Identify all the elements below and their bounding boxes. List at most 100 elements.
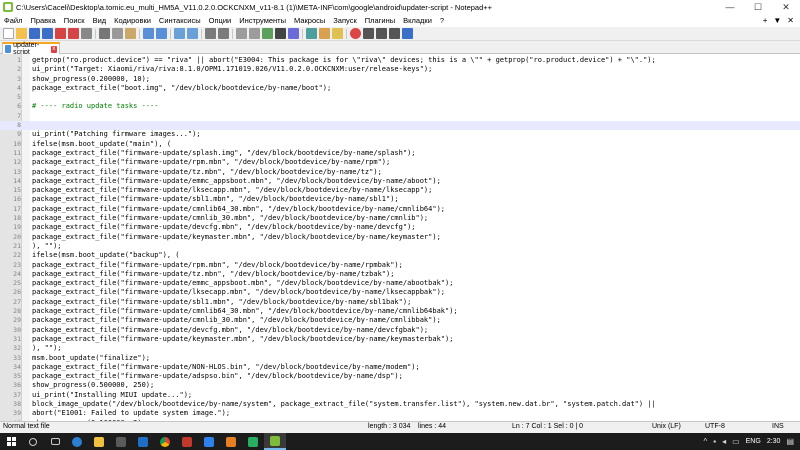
app-icon-green[interactable] [242,433,264,450]
menu-help[interactable]: ? [436,16,448,25]
paste-icon[interactable] [125,28,136,39]
doc-map-icon[interactable] [306,28,317,39]
mail-icon[interactable] [132,433,154,450]
redo-icon[interactable] [156,28,167,39]
language-indicator[interactable]: ENG [746,438,761,445]
file-explorer-icon[interactable] [88,433,110,450]
folder-workspace-icon[interactable] [332,28,343,39]
status-position[interactable]: Ln : 7 Col : 1 Sel : 0 | 0 [512,423,583,430]
task-view-icon[interactable] [44,433,66,450]
sync-scroll-h-icon[interactable] [249,28,260,39]
code-line[interactable]: 6 # ---- radio update tasks ---- [0,102,800,111]
code-line[interactable]: 14 package_extract_file("firmware-update/… [0,177,800,186]
code-line[interactable]: 23 package_extract_file("firmware-update/… [0,261,800,270]
menu-file[interactable]: Файл [0,16,26,25]
new-file-icon[interactable] [3,28,14,39]
code-line[interactable]: 27 package_extract_file("firmware-update/… [0,298,800,307]
code-line[interactable]: 25 package_extract_file("firmware-update/… [0,279,800,288]
minimize-button[interactable]: — [716,0,744,14]
record-macro-icon[interactable] [350,28,361,39]
taskbar-search-icon[interactable] [22,433,44,450]
code-line[interactable]: 4 package_extract_file("boot.img", "/dev/… [0,84,800,93]
zoom-in-icon[interactable] [205,28,216,39]
code-line[interactable]: 29 package_extract_file("firmware-update/… [0,316,800,325]
tab-list-button[interactable]: ▼ [773,16,781,25]
code-line[interactable]: 30 package_extract_file("firmware-update/… [0,326,800,335]
network-icon[interactable]: ▪ [713,437,716,446]
text-editor[interactable]: 1 getprop("ro.product.device") == "riva" … [0,54,800,421]
print-icon[interactable] [81,28,92,39]
app-icon-blue[interactable] [198,433,220,450]
clock[interactable]: 2:30 [767,438,781,445]
code-line[interactable]: 31 package_extract_file("firmware-update/… [0,335,800,344]
code-line[interactable]: 36 show_progress(0.500000, 250); [0,381,800,390]
notification-icon[interactable]: ▤ [786,437,794,446]
indent-guide-icon[interactable] [288,28,299,39]
code-line[interactable]: 35 package_extract_file("firmware-update/… [0,372,800,381]
new-tab-button[interactable]: + [763,16,768,25]
save-macro-icon[interactable] [402,28,413,39]
code-line[interactable]: 15 package_extract_file("firmware-update/… [0,186,800,195]
menu-view[interactable]: Вид [89,16,111,25]
zoom-out-icon[interactable] [218,28,229,39]
word-wrap-icon[interactable] [262,28,273,39]
code-line[interactable]: 26 package_extract_file("firmware-update/… [0,288,800,297]
copy-icon[interactable] [112,28,123,39]
code-line[interactable]: 7 [0,112,800,121]
menu-encoding[interactable]: Кодировки [110,16,155,25]
run-macro-multiple-icon[interactable] [389,28,400,39]
code-line[interactable]: 38 block_image_update("/dev/block/bootdev… [0,400,800,409]
open-file-icon[interactable] [16,28,27,39]
code-line[interactable]: 11 package_extract_file("firmware-update/… [0,149,800,158]
code-line[interactable]: 19 package_extract_file("firmware-update/… [0,223,800,232]
tab-updater-script[interactable]: updater-script x [2,42,60,56]
tab-close-icon[interactable]: x [50,45,57,53]
sync-scroll-v-icon[interactable] [236,28,247,39]
code-line[interactable]: 16 package_extract_file("firmware-update/… [0,195,800,204]
menu-run[interactable]: Запуск [329,16,360,25]
volume-icon[interactable]: ◂ [722,437,726,446]
save-all-icon[interactable] [42,28,53,39]
close-all-icon[interactable] [68,28,79,39]
code-line[interactable]: 18 package_extract_file("firmware-update/… [0,214,800,223]
menu-tools[interactable]: Инструменты [235,16,290,25]
code-line[interactable]: 24 package_extract_file("firmware-update/… [0,270,800,279]
code-line[interactable]: 37 ui_print("Installing MIUI update..."); [0,391,800,400]
code-line[interactable]: 10 ifelse(msm.boot_update("main"), ( [0,140,800,149]
code-line[interactable]: 17 package_extract_file("firmware-update/… [0,205,800,214]
menu-macro[interactable]: Макросы [290,16,329,25]
code-line[interactable]: 39 abort("E1001: Failed to update system… [0,409,800,418]
stop-macro-icon[interactable] [363,28,374,39]
code-line[interactable]: 5 [0,93,800,102]
app-icon-red[interactable] [176,433,198,450]
notepadpp-taskbar-icon[interactable] [264,433,286,450]
code-line[interactable]: 32), ""); [0,344,800,353]
code-line[interactable]: 34 package_extract_file("firmware-update/… [0,363,800,372]
save-icon[interactable] [29,28,40,39]
code-line[interactable]: 13 package_extract_file("firmware-update/… [0,168,800,177]
find-icon[interactable] [174,28,185,39]
menu-settings[interactable]: Опции [205,16,236,25]
code-line[interactable]: 20 package_extract_file("firmware-update/… [0,233,800,242]
battery-icon[interactable]: ▭ [732,437,740,446]
cut-icon[interactable] [99,28,110,39]
menu-plugins[interactable]: Плагины [361,16,399,25]
close-button[interactable]: ✕ [772,0,800,14]
play-macro-icon[interactable] [376,28,387,39]
code-line[interactable]: 8 [0,121,800,131]
close-file-icon[interactable] [55,28,66,39]
function-list-icon[interactable] [319,28,330,39]
close-doc-button[interactable]: ✕ [787,16,794,25]
code-line[interactable]: 33 msm.boot_update("finalize"); [0,354,800,363]
menu-window[interactable]: Вкладки [399,16,436,25]
maximize-button[interactable]: ☐ [744,0,772,14]
code-line[interactable]: 12 package_extract_file("firmware-update/… [0,158,800,167]
code-line[interactable]: 3 show_progress(0.200000, 10); [0,75,800,84]
code-line[interactable]: 2 ui_print("Target: Xiaomi/riva/riva:8.1.… [0,65,800,74]
chevron-up-icon[interactable]: ^ [703,437,707,446]
replace-icon[interactable] [187,28,198,39]
menu-search[interactable]: Поиск [60,16,89,25]
code-line[interactable]: 21), ""); [0,242,800,251]
show-all-chars-icon[interactable] [275,28,286,39]
edge-browser-icon[interactable] [66,433,88,450]
